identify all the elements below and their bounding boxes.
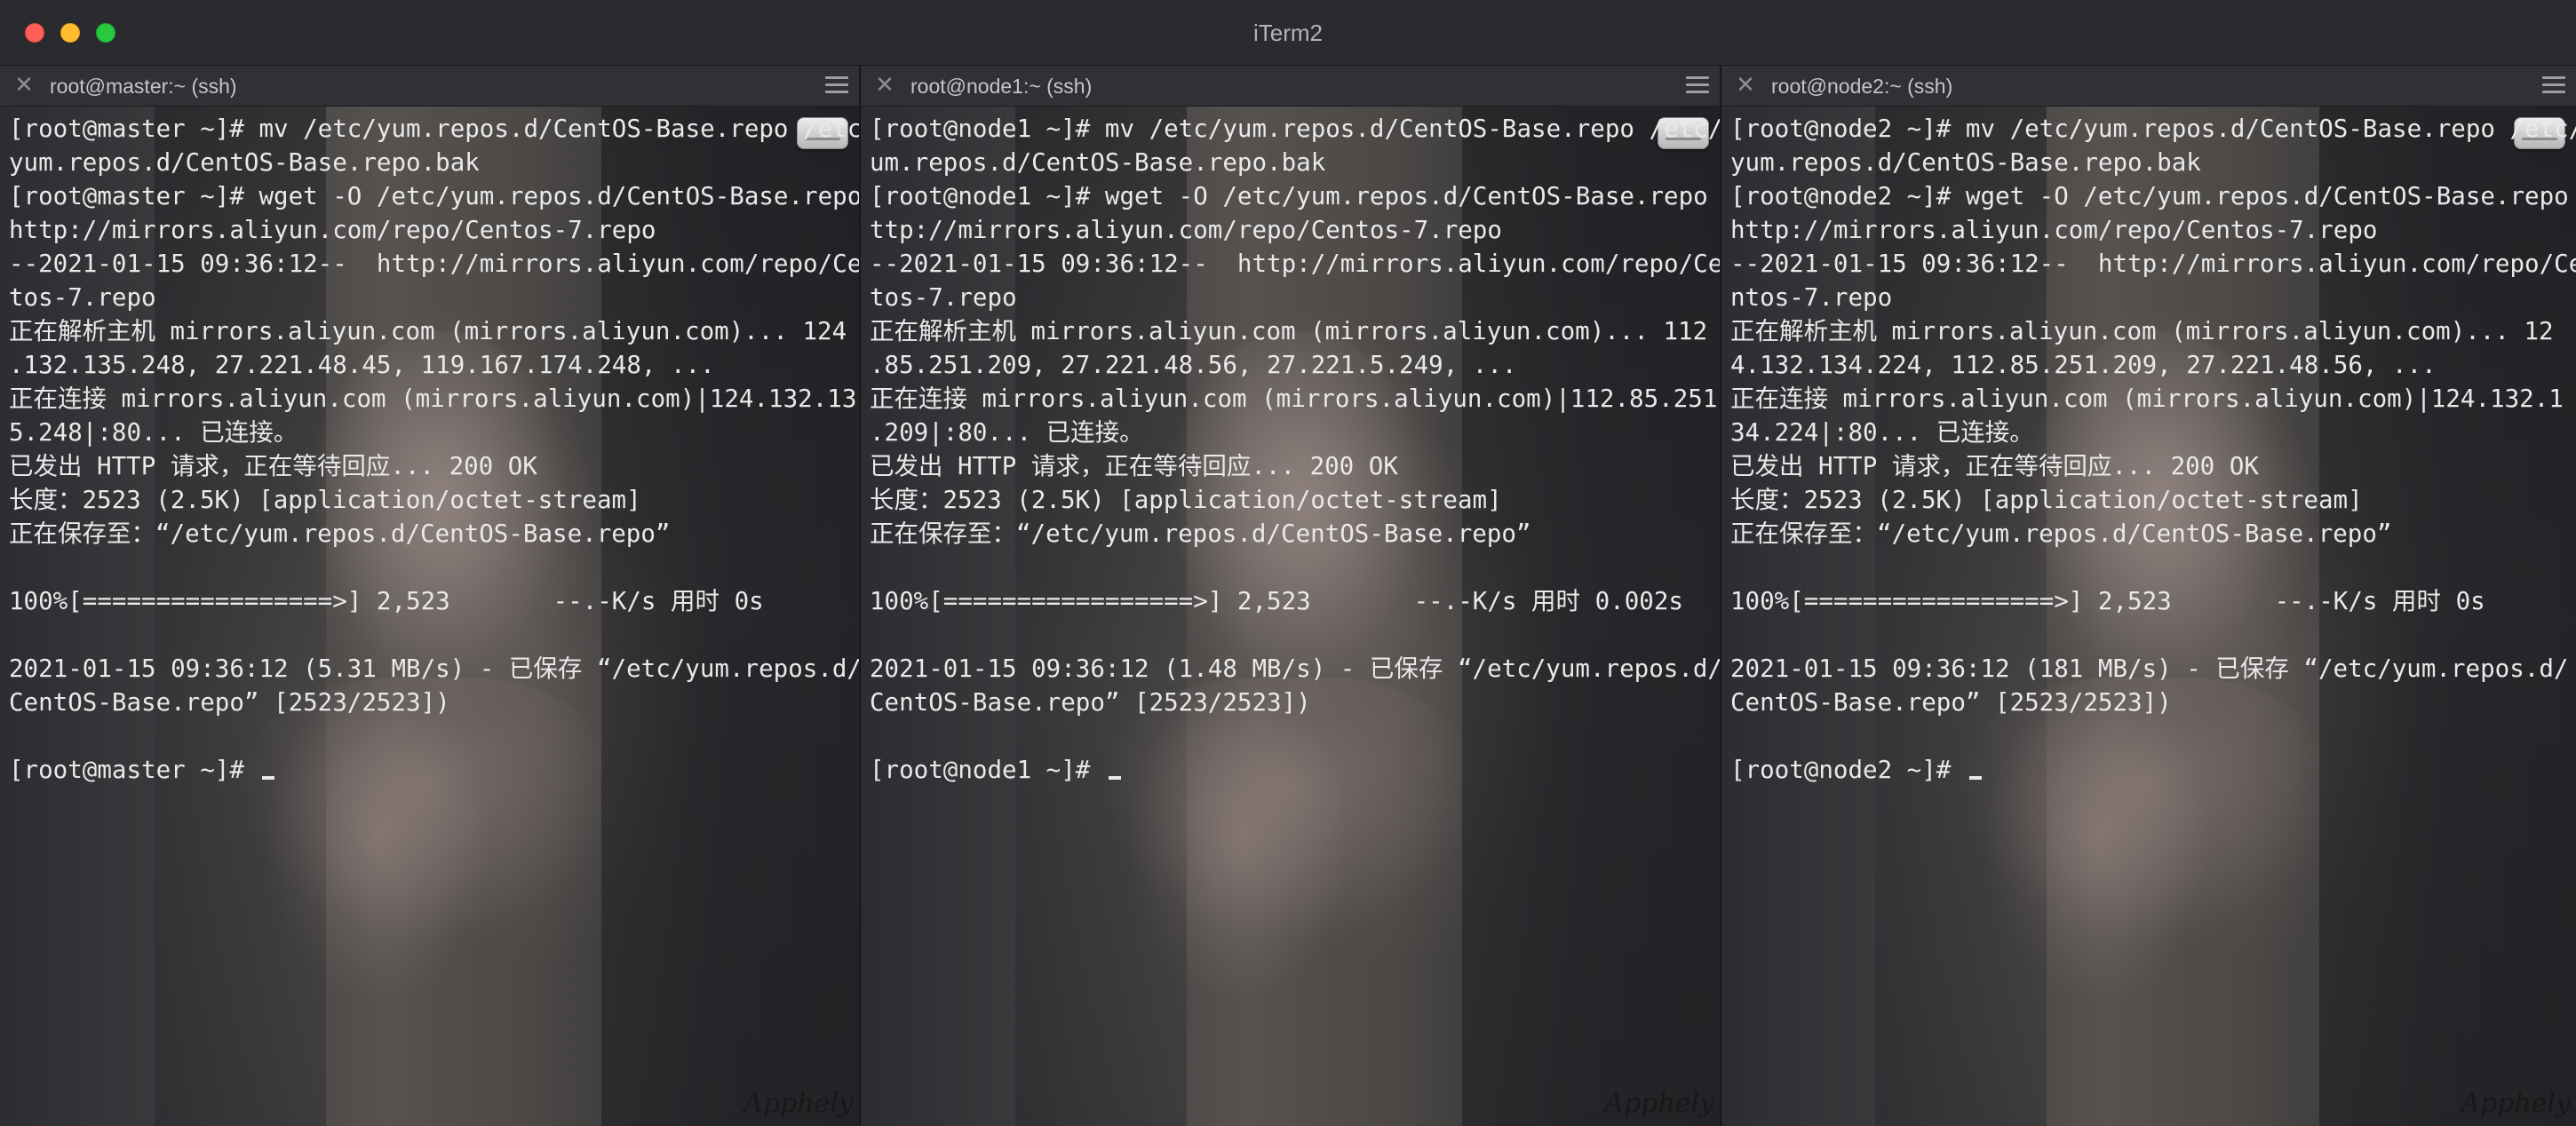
title-bar[interactable]: iTerm2 — [0, 0, 2576, 66]
terminal-line: http://mirrors.aliyun.com/repo/Centos-7.… — [1730, 216, 2378, 244]
terminal-line: ttp://mirrors.aliyun.com/repo/Centos-7.r… — [870, 216, 1502, 244]
hamburger-menu-icon[interactable] — [1686, 76, 1709, 96]
terminal-pane-master[interactable]: ✕ root@master:~ (ssh) Apphely [root@mast… — [0, 66, 859, 1126]
terminal-line: [root@master ~]# wget -O /etc/yum.repos.… — [9, 182, 859, 210]
terminal-line: 长度：2523 (2.5K) [application/octet-stream… — [9, 486, 641, 514]
terminal-line: [root@node2 ~]# mv /etc/yum.repos.d/Cent… — [1730, 115, 2576, 143]
terminal-pane-node2[interactable]: ✕ root@node2:~ (ssh) Apphely [root@node2… — [1721, 66, 2576, 1126]
terminal-line: 2021-01-15 09:36:12 (1.48 MB/s) - 已保存 “/… — [870, 654, 1720, 683]
terminal-line: --2021-01-15 09:36:12-- http://mirrors.a… — [9, 250, 859, 278]
terminal-line: --2021-01-15 09:36:12-- http://mirrors.a… — [1730, 250, 2576, 278]
pane-tab-title: root@master:~ (ssh) — [50, 75, 237, 98]
pane-tab[interactable]: ✕ root@node1:~ (ssh) — [861, 66, 1720, 107]
text-cursor — [1968, 776, 1982, 780]
pane-tab[interactable]: ✕ root@node2:~ (ssh) — [1721, 66, 2576, 107]
text-cursor — [1108, 776, 1121, 780]
terminal-line: 100%[=================>] 2,523 --.-K/s 用… — [1730, 587, 2485, 615]
terminal-line: 100%[=================>] 2,523 --.-K/s 用… — [9, 587, 764, 615]
iterm2-window: iTerm2 ✕ root@master:~ (ssh) Apphely [ro… — [0, 0, 2576, 1126]
terminal-line: [root@master ~]# mv /etc/yum.repos.d/Cen… — [9, 115, 859, 143]
background-signature: Apphely — [2461, 1088, 2571, 1119]
terminal-line: 已发出 HTTP 请求，正在等待回应... 200 OK — [870, 452, 1398, 480]
terminal-line: 已发出 HTTP 请求，正在等待回应... 200 OK — [9, 452, 537, 480]
terminal-line: 正在连接 mirrors.aliyun.com (mirrors.aliyun.… — [870, 385, 1718, 413]
terminal-line: .209|:80... 已连接。 — [870, 418, 1144, 447]
pane-tab-title: root@node2:~ (ssh) — [1771, 75, 1953, 98]
terminal-line: 正在保存至：“/etc/yum.repos.d/CentOS-Base.repo… — [9, 519, 671, 548]
terminal-line: ntos-7.repo — [1730, 283, 1893, 312]
terminal-line: 长度：2523 (2.5K) [application/octet-stream… — [1730, 486, 2363, 514]
terminal-prompt-line[interactable]: [root@node2 ~]# — [1730, 753, 2571, 787]
terminal-line: yum.repos.d/CentOS-Base.repo.bak — [1730, 148, 2201, 177]
terminal-output[interactable]: Apphely [root@node1 ~]# mv /etc/yum.repo… — [861, 107, 1720, 1126]
close-icon[interactable]: ✕ — [11, 72, 37, 99]
terminal-line: 已发出 HTTP 请求，正在等待回应... 200 OK — [1730, 452, 2259, 480]
background-signature: Apphely — [743, 1088, 854, 1119]
terminal-lines: [root@node1 ~]# mv /etc/yum.repos.d/Cent… — [870, 112, 1720, 787]
terminal-lines: [root@master ~]# mv /etc/yum.repos.d/Cen… — [9, 112, 859, 787]
terminal-line: CentOS-Base.repo” [2523/2523]) — [1730, 688, 2172, 717]
close-icon[interactable]: ✕ — [1732, 72, 1759, 99]
terminal-line: um.repos.d/CentOS-Base.repo.bak — [870, 148, 1326, 177]
terminal-line: tos-7.repo — [870, 283, 1017, 312]
terminal-line: CentOS-Base.repo” [2523/2523]) — [9, 688, 450, 717]
terminal-line: tos-7.repo — [9, 283, 156, 312]
terminal-line: 34.224|:80... 已连接。 — [1730, 418, 2034, 447]
terminal-line: 4.132.134.224, 112.85.251.209, 27.221.48… — [1730, 351, 2437, 379]
terminal-lines: [root@node2 ~]# mv /etc/yum.repos.d/Cent… — [1730, 112, 2576, 787]
window-title: iTerm2 — [1252, 20, 1323, 46]
terminal-line: [root@node2 ~]# wget -O /etc/yum.repos.d… — [1730, 182, 2569, 210]
background-signature: Apphely — [1604, 1088, 1714, 1119]
hamburger-menu-icon[interactable] — [2542, 76, 2565, 96]
terminal-output[interactable]: Apphely [root@node2 ~]# mv /etc/yum.repo… — [1721, 107, 2576, 1126]
terminal-line: CentOS-Base.repo” [2523/2523]) — [870, 688, 1311, 717]
terminal-line: .132.135.248, 27.221.48.45, 119.167.174.… — [9, 351, 715, 379]
terminal-line: http://mirrors.aliyun.com/repo/Centos-7.… — [9, 216, 656, 244]
shell-prompt: [root@node2 ~]# — [1730, 756, 1966, 784]
terminal-prompt-line[interactable]: [root@node1 ~]# — [870, 753, 1714, 787]
terminal-line: 2021-01-15 09:36:12 (5.31 MB/s) - 已保存 “/… — [9, 654, 859, 683]
terminal-output[interactable]: Apphely [root@master ~]# mv /etc/yum.rep… — [0, 107, 859, 1126]
terminal-prompt-line[interactable]: [root@master ~]# — [9, 753, 854, 787]
shell-prompt: [root@master ~]# — [9, 756, 259, 784]
terminal-line: yum.repos.d/CentOS-Base.repo.bak — [9, 148, 480, 177]
terminal-line: 正在连接 mirrors.aliyun.com (mirrors.aliyun.… — [1730, 385, 2564, 413]
terminal-line: 100%[=================>] 2,523 --.-K/s 用… — [870, 587, 1683, 615]
terminal-pane-node1[interactable]: ✕ root@node1:~ (ssh) Apphely [root@node1… — [861, 66, 1720, 1126]
terminal-line: --2021-01-15 09:36:12-- http://mirrors.a… — [870, 250, 1720, 278]
terminal-line: 正在保存至：“/etc/yum.repos.d/CentOS-Base.repo… — [1730, 519, 2392, 548]
pane-tab-title: root@node1:~ (ssh) — [910, 75, 1093, 98]
close-icon[interactable]: ✕ — [871, 72, 898, 99]
terminal-line: 正在解析主机 mirrors.aliyun.com (mirrors.aliyu… — [1730, 317, 2554, 345]
terminal-line: 正在连接 mirrors.aliyun.com (mirrors.aliyun.… — [9, 385, 857, 413]
terminal-line: 5.248|:80... 已连接。 — [9, 418, 298, 447]
terminal-line: 长度：2523 (2.5K) [application/octet-stream… — [870, 486, 1502, 514]
terminal-line: 正在解析主机 mirrors.aliyun.com (mirrors.aliyu… — [9, 317, 847, 345]
terminal-line: 正在保存至：“/etc/yum.repos.d/CentOS-Base.repo… — [870, 519, 1531, 548]
hamburger-menu-icon[interactable] — [825, 76, 848, 96]
terminal-line: 2021-01-15 09:36:12 (181 MB/s) - 已保存 “/e… — [1730, 654, 2569, 683]
terminal-line: [root@node1 ~]# wget -O /etc/yum.repos.d… — [870, 182, 1720, 210]
pane-tab[interactable]: ✕ root@master:~ (ssh) — [0, 66, 859, 107]
text-cursor — [262, 776, 275, 780]
shell-prompt: [root@node1 ~]# — [870, 756, 1105, 784]
terminal-line: .85.251.209, 27.221.48.56, 27.221.5.249,… — [870, 351, 1517, 379]
terminal-line: [root@node1 ~]# mv /etc/yum.repos.d/Cent… — [870, 115, 1720, 143]
terminal-line: 正在解析主机 mirrors.aliyun.com (mirrors.aliyu… — [870, 317, 1708, 345]
